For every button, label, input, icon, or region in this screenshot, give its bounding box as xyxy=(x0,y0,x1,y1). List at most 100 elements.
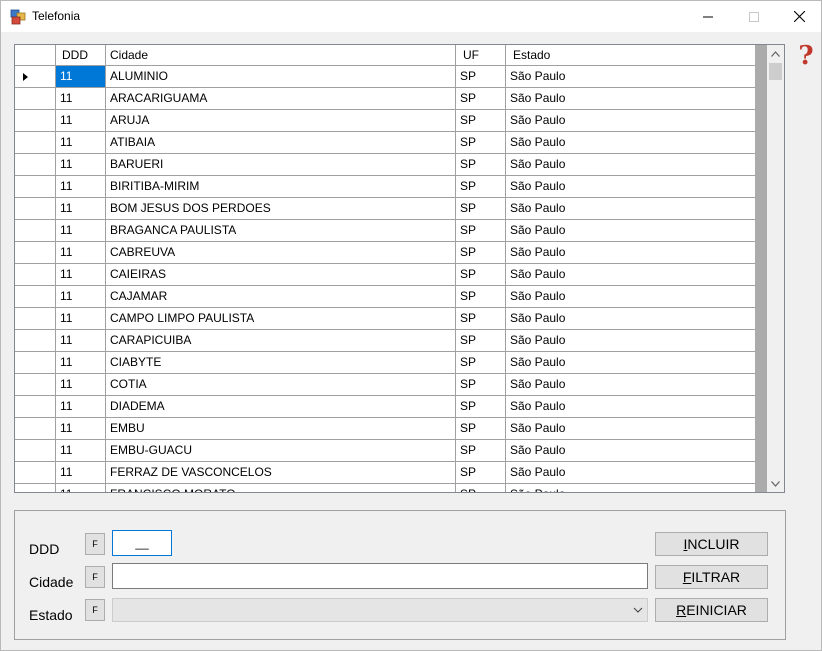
estado-cell[interactable]: São Paulo xyxy=(506,88,755,109)
cidade-cell[interactable]: FERRAZ DE VASCONCELOS xyxy=(106,462,456,483)
table-row[interactable]: 11 ARUJA SP São Paulo xyxy=(15,110,755,132)
scroll-down-button[interactable] xyxy=(767,475,784,492)
cidade-cell[interactable]: CAJAMAR xyxy=(106,286,456,307)
estado-cell[interactable]: São Paulo xyxy=(506,176,755,197)
cidade-cell[interactable]: BRAGANCA PAULISTA xyxy=(106,220,456,241)
table-row[interactable]: 11 CIABYTE SP São Paulo xyxy=(15,352,755,374)
ddd-cell[interactable]: 11 xyxy=(56,220,106,241)
reiniciar-button[interactable]: REINICIAR xyxy=(655,598,768,622)
estado-cell[interactable]: São Paulo xyxy=(506,286,755,307)
uf-cell[interactable]: SP xyxy=(456,308,506,329)
estado-cell[interactable]: São Paulo xyxy=(506,440,755,461)
table-row[interactable]: 11 CABREUVA SP São Paulo xyxy=(15,242,755,264)
cidade-cell[interactable]: FRANCISCO MORATO xyxy=(106,484,456,492)
ddd-cell[interactable]: 11 xyxy=(56,66,106,87)
estado-cell[interactable]: São Paulo xyxy=(506,396,755,417)
incluir-button[interactable]: INCLUIR xyxy=(655,532,768,556)
estado-cell[interactable]: São Paulo xyxy=(506,154,755,175)
estado-filter-toggle[interactable]: F xyxy=(85,599,105,621)
help-icon[interactable]: ? xyxy=(796,41,816,71)
estado-cell[interactable]: São Paulo xyxy=(506,484,755,492)
row-selector[interactable] xyxy=(15,176,56,197)
filtrar-button[interactable]: FILTRAR xyxy=(655,565,768,589)
cidade-cell[interactable]: BIRITIBA-MIRIM xyxy=(106,176,456,197)
row-selector[interactable] xyxy=(15,462,56,483)
column-header-cidade[interactable]: Cidade xyxy=(106,45,456,65)
cidade-field[interactable] xyxy=(112,563,648,589)
table-row[interactable]: 11 CAIEIRAS SP São Paulo xyxy=(15,264,755,286)
table-row[interactable]: 11 BARUERI SP São Paulo xyxy=(15,154,755,176)
uf-cell[interactable]: SP xyxy=(456,352,506,373)
cidade-cell[interactable]: ARACARIGUAMA xyxy=(106,88,456,109)
minimize-button[interactable] xyxy=(685,1,731,32)
row-selector[interactable] xyxy=(15,264,56,285)
column-header-estado[interactable]: Estado xyxy=(506,45,755,65)
table-row[interactable]: 11 ALUMINIO SP São Paulo xyxy=(15,66,755,88)
cidade-cell[interactable]: BARUERI xyxy=(106,154,456,175)
ddd-cell[interactable]: 11 xyxy=(56,440,106,461)
cidade-cell[interactable]: CAMPO LIMPO PAULISTA xyxy=(106,308,456,329)
uf-cell[interactable]: SP xyxy=(456,286,506,307)
estado-cell[interactable]: São Paulo xyxy=(506,352,755,373)
title-bar[interactable]: Telefonia xyxy=(1,1,821,32)
scroll-up-button[interactable] xyxy=(767,45,784,62)
uf-cell[interactable]: SP xyxy=(456,330,506,351)
table-row[interactable]: 11FRANCISCO MORATOSPSão Paulo xyxy=(15,484,755,492)
uf-cell[interactable]: SP xyxy=(456,462,506,483)
ddd-cell[interactable]: 11 xyxy=(56,352,106,373)
row-selector[interactable] xyxy=(15,110,56,131)
estado-select[interactable] xyxy=(112,598,648,622)
row-selector[interactable] xyxy=(15,308,56,329)
row-selector[interactable] xyxy=(15,374,56,395)
uf-cell[interactable]: SP xyxy=(456,264,506,285)
row-selector[interactable] xyxy=(15,484,56,492)
estado-cell[interactable]: São Paulo xyxy=(506,132,755,153)
ddd-cell[interactable]: 11 xyxy=(56,264,106,285)
estado-cell[interactable]: São Paulo xyxy=(506,462,755,483)
table-row[interactable]: 11 ATIBAIA SP São Paulo xyxy=(15,132,755,154)
row-selector[interactable] xyxy=(15,132,56,153)
ddd-cell[interactable]: 11 xyxy=(56,418,106,439)
column-header-ddd[interactable]: DDD xyxy=(56,45,106,65)
ddd-cell[interactable]: 11 xyxy=(56,198,106,219)
uf-cell[interactable]: SP xyxy=(456,242,506,263)
cities-grid[interactable]: DDD Cidade UF Estado 11 ALUMINIO SP São Pau… xyxy=(14,44,785,493)
ddd-cell[interactable]: 11 xyxy=(56,154,106,175)
row-selector[interactable] xyxy=(15,352,56,373)
table-row[interactable]: 11 EMBU SP São Paulo xyxy=(15,418,755,440)
cidade-cell[interactable]: CAIEIRAS xyxy=(106,264,456,285)
estado-cell[interactable]: São Paulo xyxy=(506,308,755,329)
table-row[interactable]: 11 BOM JESUS DOS PERDOES SP São Paulo xyxy=(15,198,755,220)
cidade-cell[interactable]: ARUJA xyxy=(106,110,456,131)
cidade-cell[interactable]: ATIBAIA xyxy=(106,132,456,153)
estado-cell[interactable]: São Paulo xyxy=(506,110,755,131)
cidade-cell[interactable]: CIABYTE xyxy=(106,352,456,373)
close-button[interactable] xyxy=(776,1,822,32)
table-row[interactable]: 11 BIRITIBA-MIRIM SP São Paulo xyxy=(15,176,755,198)
row-selector[interactable] xyxy=(15,242,56,263)
estado-cell[interactable]: São Paulo xyxy=(506,220,755,241)
row-selector[interactable] xyxy=(15,198,56,219)
table-row[interactable]: 11 EMBU-GUACU SP São Paulo xyxy=(15,440,755,462)
estado-cell[interactable]: São Paulo xyxy=(506,242,755,263)
cidade-cell[interactable]: CABREUVA xyxy=(106,242,456,263)
estado-cell[interactable]: São Paulo xyxy=(506,330,755,351)
cidade-cell[interactable]: CARAPICUIBA xyxy=(106,330,456,351)
estado-cell[interactable]: São Paulo xyxy=(506,374,755,395)
uf-cell[interactable]: SP xyxy=(456,88,506,109)
row-selector[interactable] xyxy=(15,418,56,439)
table-row[interactable]: 11 DIADEMA SP São Paulo xyxy=(15,396,755,418)
uf-cell[interactable]: SP xyxy=(456,132,506,153)
uf-cell[interactable]: SP xyxy=(456,176,506,197)
cidade-cell[interactable]: COTIA xyxy=(106,374,456,395)
row-selector[interactable] xyxy=(15,66,56,87)
cidade-cell[interactable]: ALUMINIO xyxy=(106,66,456,87)
table-row[interactable]: 11 COTIA SP São Paulo xyxy=(15,374,755,396)
estado-cell[interactable]: São Paulo xyxy=(506,198,755,219)
ddd-cell[interactable]: 11 xyxy=(56,330,106,351)
estado-cell[interactable]: São Paulo xyxy=(506,418,755,439)
table-row[interactable]: 11 ARACARIGUAMA SP São Paulo xyxy=(15,88,755,110)
column-header-uf[interactable]: UF xyxy=(456,45,506,65)
table-row[interactable]: 11 CAJAMAR SP São Paulo xyxy=(15,286,755,308)
uf-cell[interactable]: SP xyxy=(456,418,506,439)
